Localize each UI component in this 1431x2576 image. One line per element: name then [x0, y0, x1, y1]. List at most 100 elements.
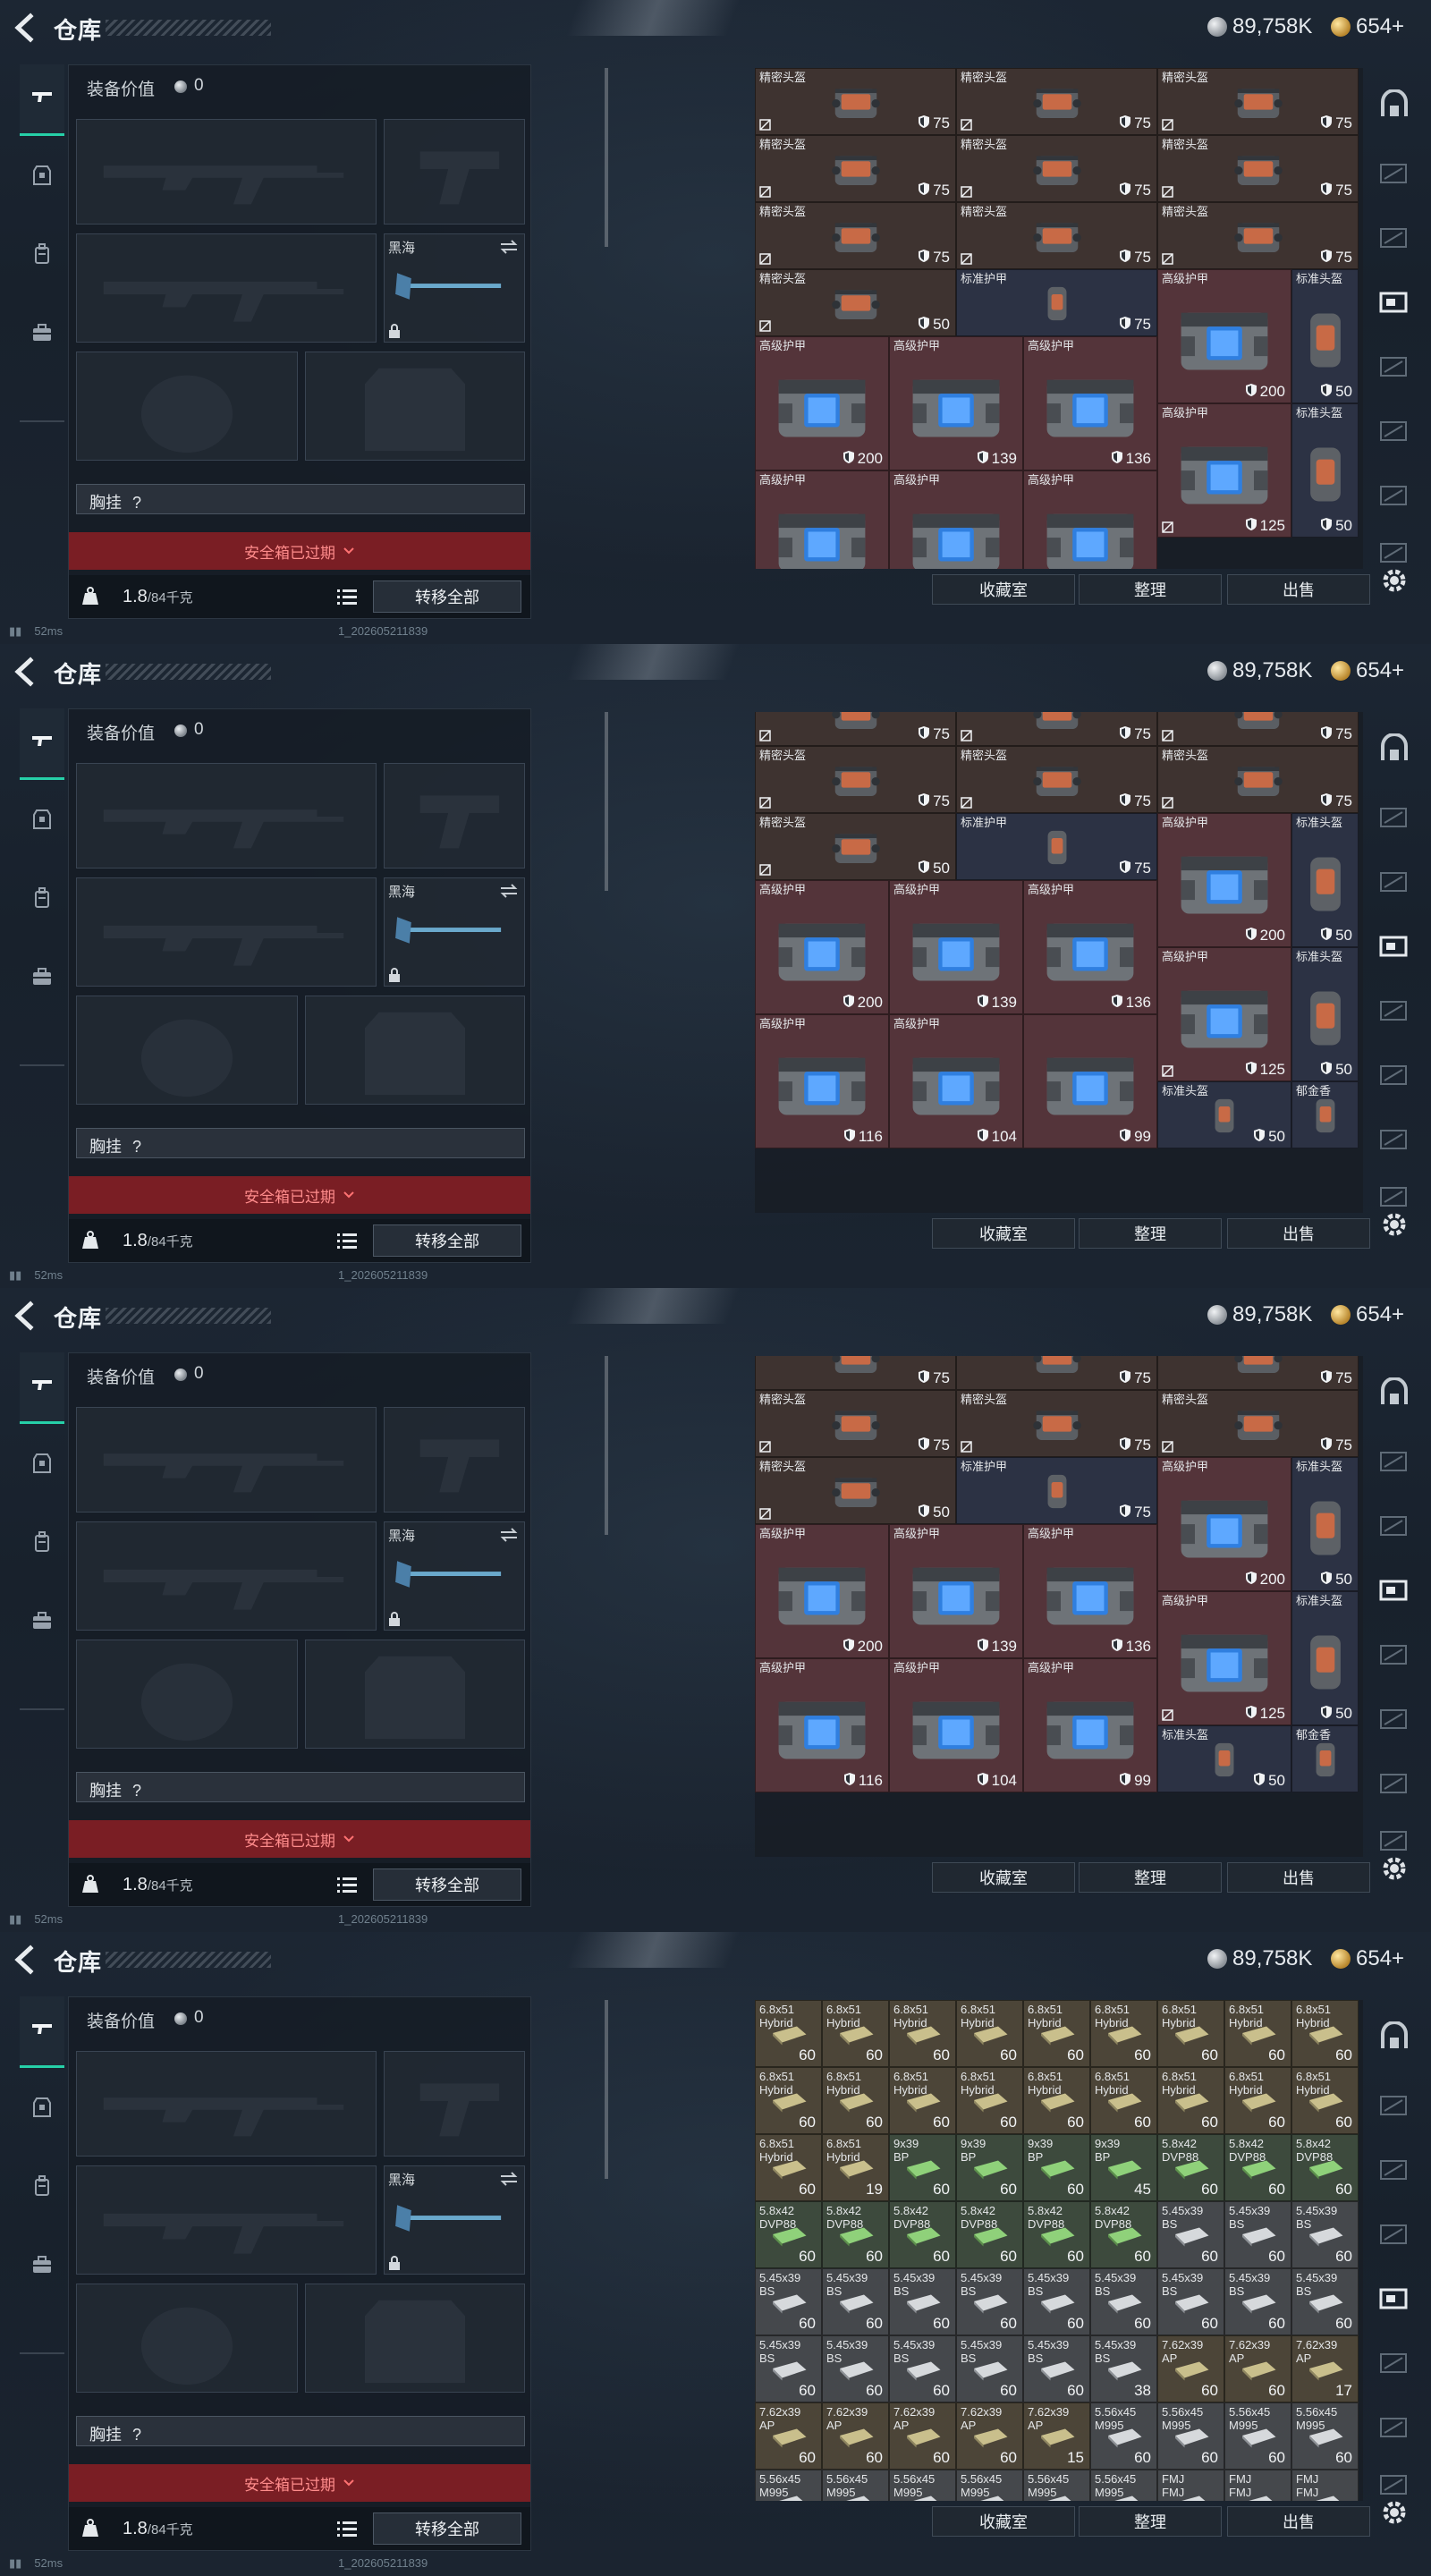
list-icon[interactable] — [337, 588, 357, 606]
inventory-item[interactable]: 精密头盔 75 — [755, 202, 956, 269]
pistol-slot[interactable] — [384, 1407, 525, 1513]
list-icon[interactable] — [337, 1876, 357, 1894]
inventory-item[interactable]: 6.8x51 Hybrid 60 — [822, 2000, 889, 2067]
inventory-item[interactable]: 5.45x39 BS 60 — [1023, 2335, 1090, 2402]
inventory-item[interactable]: 标准头盔 50 — [1157, 1080, 1291, 1148]
armor-slot[interactable] — [305, 352, 525, 461]
inventory-item[interactable]: 5.56x45 M995 — [1023, 2470, 1090, 2501]
storage-tab-icon[interactable] — [1376, 1181, 1413, 1213]
tab-vest[interactable] — [20, 150, 64, 204]
storage-tab-icon[interactable] — [1376, 1059, 1413, 1091]
melee-slot[interactable]: 黑海 — [384, 877, 525, 987]
warehouse-arch-icon[interactable] — [1376, 1377, 1413, 1410]
storage-tab-icon[interactable] — [1376, 2154, 1413, 2186]
storage-tab-icon[interactable] — [1376, 866, 1413, 898]
scrollbar[interactable] — [605, 1356, 608, 1535]
inventory-item[interactable]: 标准头盔 50 — [1291, 946, 1359, 1081]
inventory-item[interactable]: 6.8x51 Hybrid 60 — [1291, 2067, 1359, 2134]
inventory-item[interactable]: FMJ FMJ — [1224, 2470, 1291, 2501]
inventory-item[interactable]: 高级护甲 — [1023, 470, 1157, 569]
inventory-item[interactable]: 高级护甲 116 — [755, 1657, 889, 1792]
inventory-item[interactable]: FMJ FMJ — [1291, 2470, 1359, 2501]
inventory-item[interactable]: 精密头盔 75 — [956, 202, 1157, 269]
list-icon[interactable] — [337, 1232, 357, 1250]
melee-slot[interactable]: 黑海 — [384, 2165, 525, 2275]
storage-tab-icon[interactable] — [1376, 2218, 1413, 2250]
swap-icon[interactable] — [499, 240, 519, 254]
inventory-item[interactable]: 5.45x39 BS 60 — [956, 2268, 1023, 2335]
settings-gear-icon[interactable] — [1379, 565, 1410, 596]
pistol-slot[interactable] — [384, 763, 525, 869]
storage-tab-icon[interactable] — [1376, 2469, 1413, 2501]
inventory-item[interactable]: 精密头盔 75 — [755, 745, 956, 813]
inventory-item[interactable]: 标准护甲 75 — [956, 269, 1157, 336]
inventory-item[interactable]: 高级护甲 200 — [755, 879, 889, 1014]
storage-tab-icon[interactable] — [1376, 479, 1413, 512]
inventory-item[interactable]: 标准头盔 50 — [1291, 269, 1359, 403]
inventory-item[interactable]: 5.45x39 BS 60 — [889, 2268, 956, 2335]
inventory-item[interactable]: 6.8x51 Hybrid 19 — [822, 2134, 889, 2201]
storage-tab-icon[interactable] — [1376, 286, 1413, 318]
storage-tab-icon[interactable] — [1376, 222, 1413, 254]
tab-weapons[interactable] — [20, 64, 64, 136]
helmet-slot[interactable] — [76, 2284, 298, 2393]
organize-button[interactable]: 整理 — [1079, 574, 1222, 605]
swap-icon[interactable] — [499, 2172, 519, 2186]
inventory-item[interactable]: 5.45x39 BS 60 — [755, 2268, 822, 2335]
collection-room-button[interactable]: 收藏室 — [932, 2506, 1075, 2537]
sell-button[interactable]: 出售 — [1227, 1862, 1370, 1893]
storage-tab-icon[interactable] — [1376, 2347, 1413, 2379]
transfer-all-button[interactable]: 转移全部 — [373, 1224, 521, 1257]
storage-tab-icon[interactable] — [1376, 2411, 1413, 2444]
inventory-item[interactable]: 75 — [956, 712, 1157, 746]
inventory-item[interactable]: 5.45x39 BS 60 — [1090, 2268, 1157, 2335]
inventory-item[interactable]: 5.45x39 BS 60 — [956, 2335, 1023, 2402]
warehouse-arch-icon[interactable] — [1376, 2021, 1413, 2054]
inventory-item[interactable]: 高级护甲 200 — [1157, 269, 1291, 403]
back-button[interactable] — [11, 13, 38, 43]
inventory-item[interactable]: FMJ FMJ — [1157, 2470, 1224, 2501]
inventory-item[interactable]: 9x39 BP 60 — [956, 2134, 1023, 2201]
inventory-item[interactable]: 6.8x51 Hybrid 60 — [1023, 2000, 1090, 2067]
inventory-item[interactable]: 精密头盔 75 — [755, 1389, 956, 1457]
inventory-item[interactable]: 高级护甲 139 — [889, 1523, 1023, 1658]
storage-tab-icon[interactable] — [1376, 157, 1413, 190]
tab-backpack[interactable] — [20, 229, 64, 283]
settings-gear-icon[interactable] — [1379, 1209, 1410, 1240]
inventory-item[interactable]: 5.45x39 BS 60 — [822, 2335, 889, 2402]
storage-tab-icon[interactable] — [1376, 415, 1413, 447]
inventory-item[interactable]: 高级护甲 125 — [1157, 946, 1291, 1081]
chest-rig-slot[interactable]: 胸挂? — [76, 1128, 525, 1158]
inventory-item[interactable]: 精密头盔 75 — [956, 135, 1157, 202]
inventory-item[interactable]: 7.62x39 AP 60 — [822, 2402, 889, 2470]
inventory-item[interactable]: 高级护甲 — [889, 470, 1023, 569]
inventory-item[interactable]: 精密头盔 50 — [755, 269, 956, 336]
inventory-item[interactable]: 75 — [956, 1356, 1157, 1390]
settings-gear-icon[interactable] — [1379, 2497, 1410, 2528]
inventory-item[interactable]: 高级护甲 200 — [755, 336, 889, 470]
inventory-item[interactable]: 5.45x39 BS 60 — [1224, 2268, 1291, 2335]
inventory-item[interactable]: 7.62x39 AP 17 — [1291, 2335, 1359, 2402]
storage-tab-icon[interactable] — [1376, 537, 1413, 569]
inventory-item[interactable]: 标准头盔 50 — [1291, 1456, 1359, 1591]
sell-button[interactable]: 出售 — [1227, 1218, 1370, 1249]
storage-tab-icon[interactable] — [1376, 801, 1413, 834]
inventory-item[interactable]: 精密头盔 75 — [1157, 68, 1359, 135]
inventory-item[interactable]: 高级护甲 139 — [889, 879, 1023, 1014]
inventory-item[interactable]: 5.45x39 BS 60 — [1157, 2201, 1224, 2268]
swap-icon[interactable] — [499, 1528, 519, 1542]
inventory-item[interactable]: 精密头盔 75 — [1157, 202, 1359, 269]
inventory-item[interactable]: 5.45x39 BS 60 — [889, 2335, 956, 2402]
inventory-item[interactable]: 高级护甲 116 — [755, 1013, 889, 1148]
inventory-item[interactable]: 6.8x51 Hybrid 60 — [822, 2067, 889, 2134]
inventory-item[interactable]: 5.56x45 M995 60 — [1157, 2402, 1224, 2470]
scrollbar[interactable] — [605, 2000, 608, 2179]
collection-room-button[interactable]: 收藏室 — [932, 574, 1075, 605]
inventory-item[interactable]: 5.56x45 M995 — [889, 2470, 956, 2501]
safe-case-expired-banner[interactable]: 安全箱已过期 — [69, 1820, 530, 1858]
storage-tab-icon[interactable] — [1376, 930, 1413, 962]
inventory-item[interactable]: 精密头盔 75 — [956, 745, 1157, 813]
inventory-item[interactable]: 6.8x51 Hybrid 60 — [1224, 2067, 1291, 2134]
organize-button[interactable]: 整理 — [1079, 1218, 1222, 1249]
transfer-all-button[interactable]: 转移全部 — [373, 580, 521, 613]
